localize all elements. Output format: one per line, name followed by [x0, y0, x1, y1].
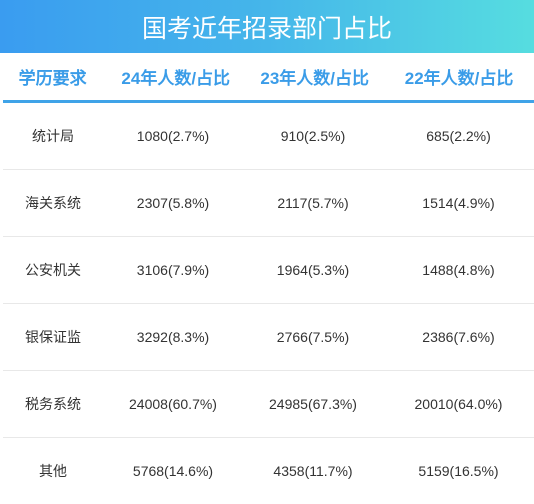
value-2022-cell: 20010(64.0%) [414, 396, 503, 412]
table-row: 银保证监 3292(8.3%) 2766(7.5%) 2386(7.6%) [3, 304, 534, 371]
title-banner: 国考近年招录部门占比 [0, 0, 534, 53]
table-row: 海关系统 2307(5.8%) 2117(5.7%) 1514(4.9%) [3, 170, 534, 237]
value-2024-cell: 3106(7.9%) [136, 262, 210, 278]
recruitment-table: 学历要求 24年人数/占比 23年人数/占比 22年人数/占比 统计局 1080… [3, 53, 534, 504]
department-cell: 税务系统 [25, 396, 81, 412]
table-row: 公安机关 3106(7.9%) 1964(5.3%) 1488(4.8%) [3, 237, 534, 304]
value-2024-cell: 24008(60.7%) [129, 396, 217, 412]
table-row: 税务系统 24008(60.7%) 24985(67.3%) 20010(64.… [3, 371, 534, 438]
header-2024: 24年人数/占比 [121, 69, 231, 88]
value-2022-cell: 5159(16.5%) [418, 463, 499, 479]
table-row: 统计局 1080(2.7%) 910(2.5%) 685(2.2%) [3, 103, 534, 170]
value-2024-cell: 2307(5.8%) [136, 195, 210, 211]
value-2022-cell: 685(2.2%) [426, 128, 491, 144]
header-2023: 23年人数/占比 [260, 69, 369, 88]
value-2023-cell: 24985(67.3%) [269, 396, 357, 412]
value-2022-cell: 1488(4.8%) [422, 262, 495, 278]
value-2024-cell: 1080(2.7%) [136, 128, 210, 144]
page-title: 国考近年招录部门占比 [141, 14, 392, 43]
value-2024-cell: 3292(8.3%) [136, 329, 210, 345]
department-cell: 海关系统 [25, 195, 81, 211]
header-department: 学历要求 [18, 69, 87, 88]
table-row: 其他 5768(14.6%) 4358(11.7%) 5159(16.5%) [3, 438, 534, 504]
value-2023-cell: 910(2.5%) [280, 128, 346, 144]
table-header-row: 学历要求 24年人数/占比 23年人数/占比 22年人数/占比 [3, 53, 534, 103]
header-2022: 22年人数/占比 [404, 69, 514, 88]
department-cell: 统计局 [32, 128, 74, 144]
value-2023-cell: 4358(11.7%) [273, 463, 353, 479]
value-2024-cell: 5768(14.6%) [132, 463, 214, 479]
value-2022-cell: 1514(4.9%) [422, 195, 495, 211]
value-2022-cell: 2386(7.6%) [422, 329, 495, 345]
value-2023-cell: 1964(5.3%) [276, 262, 350, 278]
value-2023-cell: 2117(5.7%) [277, 195, 349, 211]
department-cell: 公安机关 [25, 262, 81, 278]
department-cell: 银保证监 [25, 329, 81, 345]
value-2023-cell: 2766(7.5%) [276, 329, 350, 345]
department-cell: 其他 [39, 463, 67, 479]
